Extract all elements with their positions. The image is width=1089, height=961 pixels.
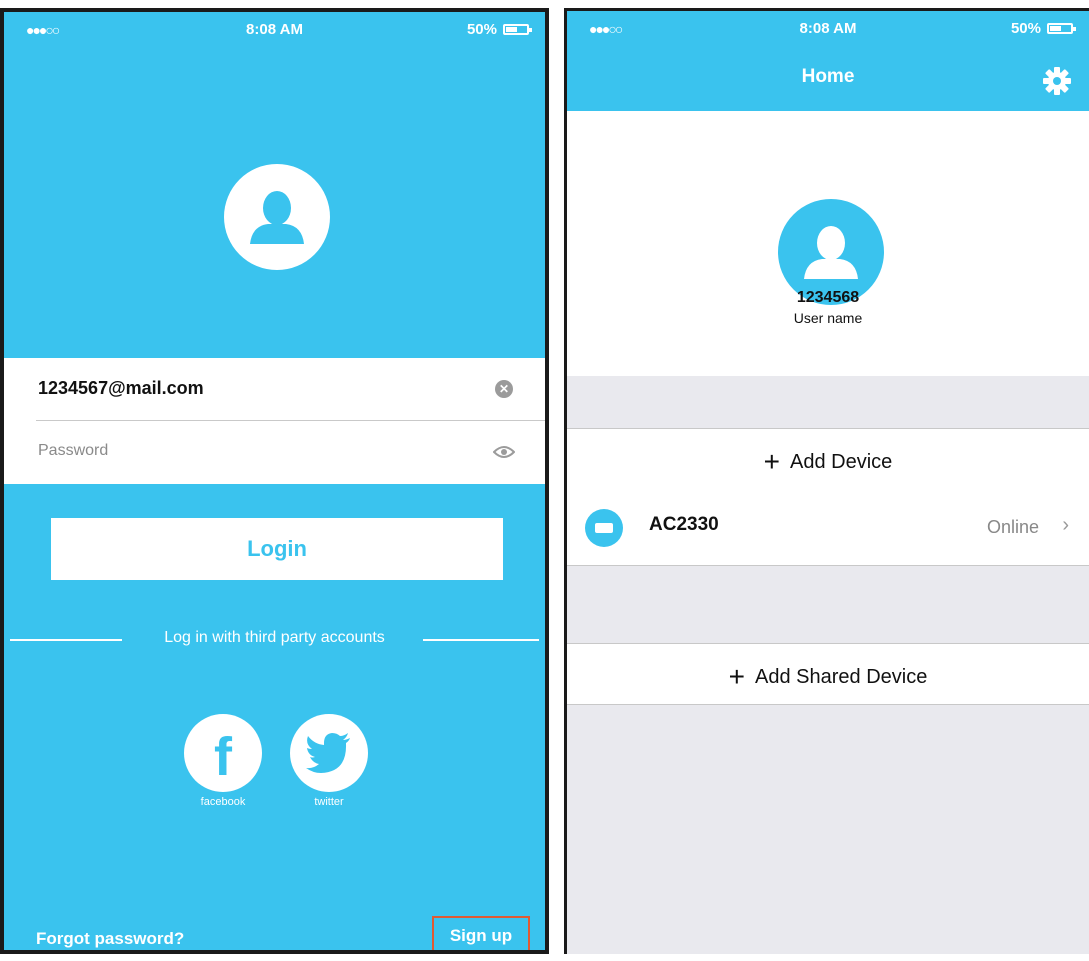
login-screen: ●●●○○ 8:08 AM 50% 1234567@mail.com ✕ Pas… (0, 8, 549, 954)
page-title: Home (801, 66, 855, 87)
device-item[interactable]: AC2330 Online › (567, 489, 1089, 566)
add-device-row: + Add Device (567, 446, 1089, 478)
eye-icon[interactable] (493, 444, 515, 460)
facebook-button[interactable]: f facebook (183, 714, 263, 808)
twitter-label: twitter (314, 796, 344, 808)
plus-icon: + (728, 661, 746, 692)
add-shared-device-row: + Add Shared Device (567, 661, 1089, 693)
status-bar: ●●●○○ 8:08 AM 50% (567, 11, 1089, 45)
plus-icon: + (763, 446, 781, 477)
battery-percent: 50% (1010, 20, 1041, 37)
battery-percent: 50% (466, 21, 497, 38)
user-icon (250, 191, 304, 244)
battery-indicator: 50% (466, 21, 532, 38)
device-status: Online (986, 517, 1039, 537)
password-field[interactable]: Password (4, 422, 545, 484)
user-name: User name (793, 310, 863, 326)
email-input[interactable]: 1234567@mail.com (38, 378, 204, 399)
gear-icon[interactable] (1043, 67, 1071, 95)
email-field[interactable]: 1234567@mail.com ✕ (4, 358, 545, 420)
status-bar: ●●●○○ 8:08 AM 50% (4, 12, 545, 46)
third-party-divider: Log in with third party accounts (4, 629, 545, 649)
user-id: 1234568 (796, 289, 860, 306)
login-form: 1234567@mail.com ✕ Password (4, 358, 545, 484)
home-header: ●●●○○ 8:08 AM 50% Home (567, 11, 1089, 111)
add-shared-device-button[interactable]: + Add Shared Device (567, 643, 1089, 705)
clear-icon[interactable]: ✕ (495, 380, 513, 398)
sign-up-button[interactable]: Sign up (432, 916, 530, 950)
facebook-label: facebook (200, 796, 246, 808)
divider-line (423, 639, 539, 641)
air-conditioner-icon (585, 509, 623, 547)
password-input[interactable]: Password (38, 442, 108, 460)
twitter-button[interactable]: twitter (289, 714, 369, 808)
login-button[interactable]: Login (51, 518, 503, 580)
home-screen: ●●●○○ 8:08 AM 50% Home 1234568 User name… (564, 8, 1089, 954)
add-shared-device-label: Add Shared Device (755, 666, 928, 688)
twitter-bird-icon (306, 733, 350, 773)
add-device-label: Add Device (790, 451, 893, 473)
facebook-icon[interactable]: f (184, 714, 262, 792)
avatar (224, 164, 330, 270)
status-time: 8:08 AM (246, 21, 303, 38)
profile-section: 1234568 User name (567, 111, 1089, 376)
facebook-glyph: f (214, 727, 232, 787)
battery-indicator: 50% (1010, 20, 1076, 37)
twitter-icon[interactable] (290, 714, 368, 792)
add-device-button[interactable]: + Add Device (567, 428, 1089, 490)
device-name: AC2330 (649, 514, 719, 535)
chevron-right-icon: › (1062, 514, 1069, 536)
battery-icon (1047, 23, 1076, 34)
battery-icon (503, 24, 532, 35)
third-party-label: Log in with third party accounts (164, 629, 385, 646)
forgot-password-link[interactable]: Forgot password? (36, 929, 184, 949)
field-divider (36, 420, 545, 421)
